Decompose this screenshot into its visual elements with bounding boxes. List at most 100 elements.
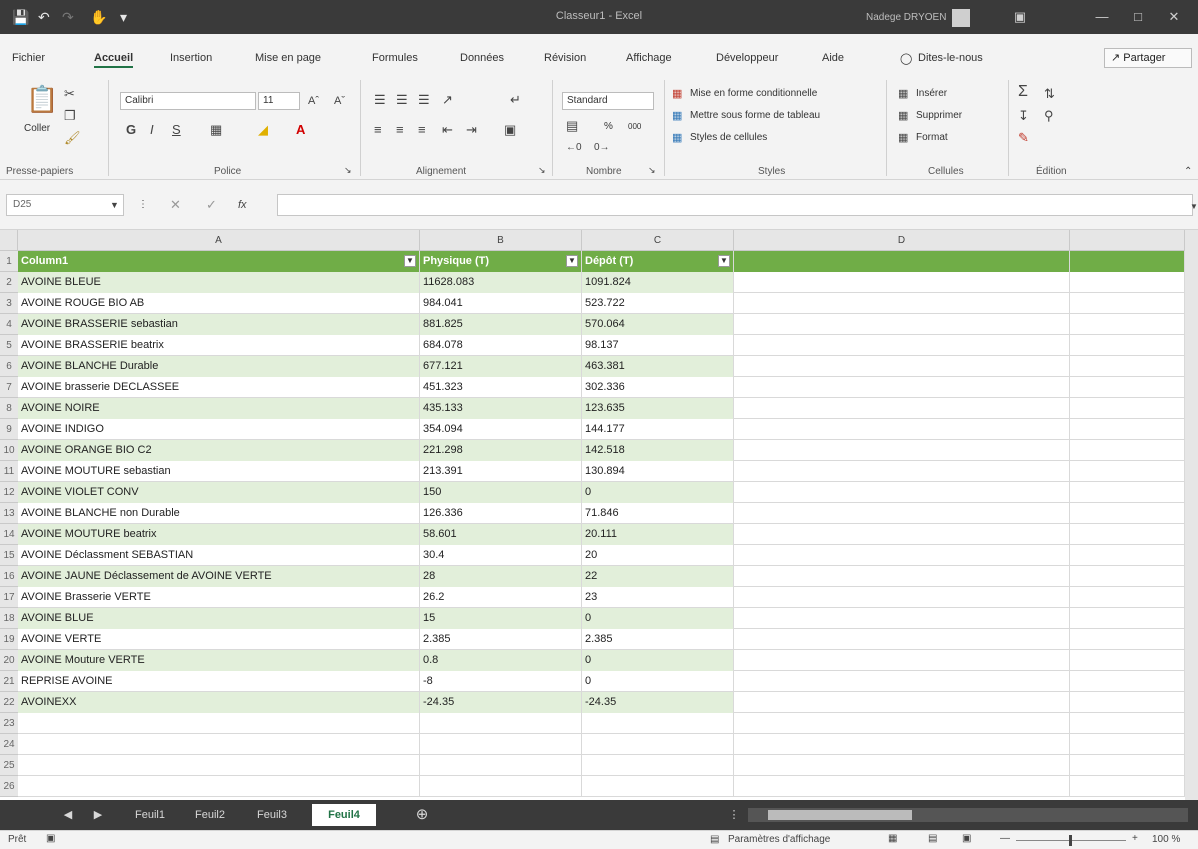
confirm-entry-icon[interactable]: ✓ (206, 197, 217, 213)
empty-cell[interactable] (734, 440, 1070, 461)
table-cell[interactable]: 1091.824 (582, 272, 734, 293)
ribbon-display-options-icon[interactable]: ▣ (1008, 7, 1032, 27)
increase-decimal-icon[interactable]: ←0 (566, 140, 582, 156)
empty-cell[interactable] (734, 356, 1070, 377)
table-cell[interactable]: 451.323 (420, 377, 582, 398)
empty-cell[interactable] (1070, 251, 1185, 272)
decrease-font-size-icon[interactable]: Aˇ (334, 93, 345, 109)
decrease-decimal-icon[interactable]: 0→ (594, 140, 610, 156)
empty-cell[interactable] (1070, 419, 1185, 440)
table-cell[interactable]: 0 (582, 650, 734, 671)
empty-cell[interactable] (1070, 671, 1185, 692)
row-header[interactable]: 25 (0, 755, 18, 776)
table-cell[interactable]: 463.381 (582, 356, 734, 377)
empty-cell[interactable] (420, 713, 582, 734)
sheet-tab-feuil3[interactable]: Feuil3 (244, 804, 300, 826)
empty-cell[interactable] (734, 629, 1070, 650)
zoom-level[interactable]: 100 % (1152, 834, 1180, 845)
empty-cell[interactable] (1070, 272, 1185, 293)
empty-cell[interactable] (420, 776, 582, 797)
table-cell[interactable]: AVOINE VERTE (18, 629, 420, 650)
table-cell[interactable]: AVOINE Mouture VERTE (18, 650, 420, 671)
row-header[interactable]: 18 (0, 608, 18, 629)
find-select-icon[interactable]: ⚲ (1044, 108, 1054, 124)
tab-insertion[interactable]: Insertion (170, 52, 212, 64)
insert-cells-button[interactable]: Insérer (916, 87, 947, 101)
table-cell[interactable]: 0.8 (420, 650, 582, 671)
table-cell[interactable]: 20.111 (582, 524, 734, 545)
empty-cell[interactable] (734, 587, 1070, 608)
column-header-a[interactable]: A (18, 230, 420, 251)
empty-cell[interactable] (1070, 293, 1185, 314)
table-cell[interactable]: 302.336 (582, 377, 734, 398)
table-cell[interactable]: 98.137 (582, 335, 734, 356)
empty-cell[interactable] (1070, 314, 1185, 335)
empty-cell[interactable] (582, 776, 734, 797)
row-header[interactable]: 24 (0, 734, 18, 755)
empty-cell[interactable] (1070, 566, 1185, 587)
orientation-icon[interactable]: ↗ (442, 92, 453, 108)
table-cell[interactable]: 435.133 (420, 398, 582, 419)
vertical-scrollbar[interactable] (1185, 230, 1198, 800)
user-name[interactable]: Nadege DRYOEN (866, 12, 946, 23)
table-cell[interactable]: 123.635 (582, 398, 734, 419)
table-cell[interactable]: AVOINE BLANCHE Durable (18, 356, 420, 377)
format-as-table-button[interactable]: Mettre sous forme de tableau (690, 109, 820, 123)
empty-cell[interactable] (1070, 356, 1185, 377)
table-cell[interactable]: AVOINE BLUE (18, 608, 420, 629)
table-cell[interactable]: 2.385 (420, 629, 582, 650)
empty-cell[interactable] (734, 776, 1070, 797)
table-cell[interactable]: -8 (420, 671, 582, 692)
row-header[interactable]: 20 (0, 650, 18, 671)
empty-cell[interactable] (420, 734, 582, 755)
table-cell[interactable]: AVOINE NOIRE (18, 398, 420, 419)
table-cell[interactable]: 0 (582, 671, 734, 692)
format-painter-icon[interactable]: 🖌 (64, 130, 81, 146)
empty-cell[interactable] (1070, 461, 1185, 482)
empty-cell[interactable] (1070, 587, 1185, 608)
table-cell[interactable]: 22 (582, 566, 734, 587)
empty-cell[interactable] (734, 545, 1070, 566)
column-header-d[interactable]: D (734, 230, 1070, 251)
format-cells-button[interactable]: Format (916, 131, 948, 145)
empty-cell[interactable] (1070, 545, 1185, 566)
font-size-select[interactable]: 11 (258, 92, 300, 110)
empty-cell[interactable] (1070, 713, 1185, 734)
comma-style-button[interactable]: 000 (628, 120, 641, 134)
row-header[interactable]: 19 (0, 629, 18, 650)
empty-cell[interactable] (734, 398, 1070, 419)
row-header[interactable]: 3 (0, 293, 18, 314)
alignment-dialog-launcher-icon[interactable]: ↘ (538, 162, 546, 178)
table-cell[interactable]: 213.391 (420, 461, 582, 482)
row-header[interactable]: 8 (0, 398, 18, 419)
table-cell[interactable]: AVOINE VIOLET CONV (18, 482, 420, 503)
table-cell[interactable]: AVOINE INDIGO (18, 419, 420, 440)
table-cell[interactable]: AVOINE ORANGE BIO C2 (18, 440, 420, 461)
row-header[interactable]: 4 (0, 314, 18, 335)
empty-cell[interactable] (734, 755, 1070, 776)
table-cell[interactable]: AVOINE JAUNE Déclassement de AVOINE VERT… (18, 566, 420, 587)
display-settings-button[interactable]: Paramètres d'affichage (728, 834, 830, 845)
normal-view-icon[interactable]: ▦ (888, 833, 897, 844)
empty-cell[interactable] (734, 293, 1070, 314)
table-cell[interactable]: 126.336 (420, 503, 582, 524)
row-header[interactable]: 10 (0, 440, 18, 461)
row-header[interactable]: 7 (0, 377, 18, 398)
merge-center-icon[interactable]: ▣ (504, 122, 516, 138)
percent-style-button[interactable]: % (604, 120, 613, 134)
empty-cell[interactable] (1070, 650, 1185, 671)
font-name-select[interactable]: Calibri (120, 92, 256, 110)
empty-cell[interactable] (18, 734, 420, 755)
row-header[interactable]: 9 (0, 419, 18, 440)
empty-cell[interactable] (734, 314, 1070, 335)
collapse-ribbon-icon[interactable]: ⌃ (1184, 164, 1192, 180)
table-cell[interactable]: 130.894 (582, 461, 734, 482)
close-button[interactable]: ✕ (1162, 7, 1186, 27)
cut-icon[interactable]: ✂ (64, 86, 75, 102)
filter-dropdown-icon[interactable]: ▼ (566, 255, 578, 267)
table-cell[interactable]: 221.298 (420, 440, 582, 461)
table-cell[interactable]: 20 (582, 545, 734, 566)
sheet-tab-feuil2[interactable]: Feuil2 (182, 804, 238, 826)
row-header[interactable]: 2 (0, 272, 18, 293)
table-cell[interactable]: 677.121 (420, 356, 582, 377)
